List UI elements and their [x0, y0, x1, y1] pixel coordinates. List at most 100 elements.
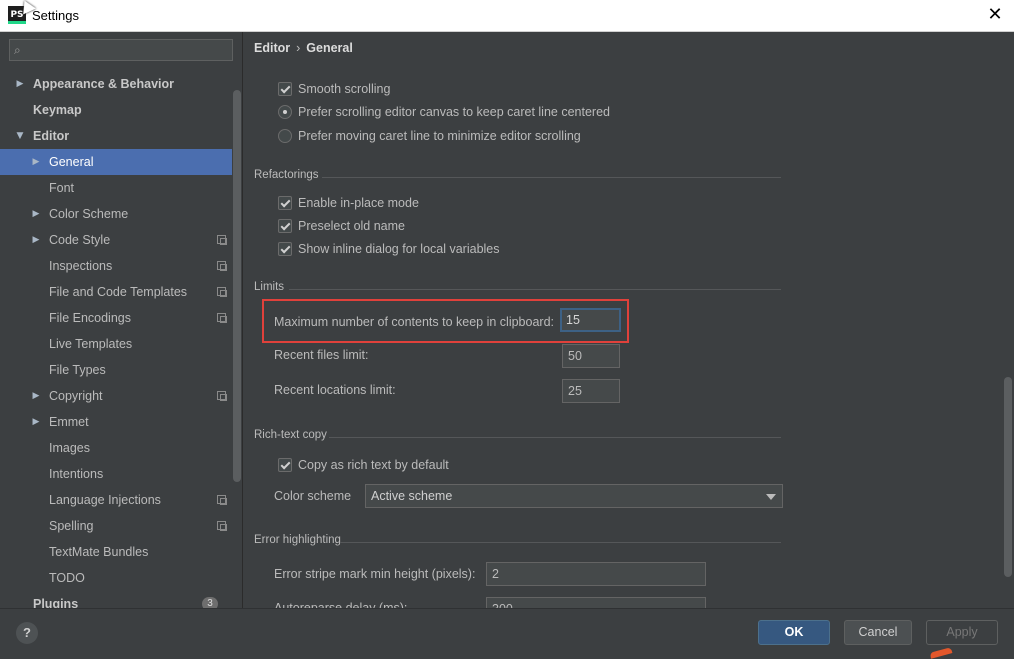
tree-item-language-injections[interactable]: Language Injections	[0, 487, 232, 513]
checkbox-label: Show inline dialog for local variables	[298, 242, 500, 256]
tree-item-plugins[interactable]: Plugins 3	[0, 591, 232, 608]
expand-arrow-icon[interactable]: ▶	[31, 227, 41, 253]
checkbox-label: Enable in-place mode	[298, 196, 419, 210]
recent-locations-label: Recent locations limit:	[274, 383, 396, 397]
section-divider	[322, 177, 781, 178]
tree-item-label: Emmet	[49, 415, 89, 429]
color-scheme-value: Active scheme	[371, 489, 453, 503]
project-settings-icon	[217, 313, 227, 323]
expand-arrow-icon[interactable]: ▶	[31, 409, 41, 435]
tree-item-editor[interactable]: ▼ Editor	[0, 123, 232, 149]
tree-item-general[interactable]: ▶ General	[0, 149, 232, 175]
expand-arrow-icon[interactable]: ▶	[31, 201, 41, 227]
tree-item-file-encodings[interactable]: File Encodings	[0, 305, 232, 331]
tree-item-appearance-behavior[interactable]: ▶ Appearance & Behavior	[0, 71, 232, 97]
tree-item-label: TextMate Bundles	[49, 545, 149, 559]
project-settings-icon	[217, 391, 227, 401]
expand-arrow-icon[interactable]: ▶	[15, 71, 25, 97]
tree-item-label: Copyright	[49, 389, 103, 403]
section-divider	[289, 289, 781, 290]
close-icon[interactable]: ✕	[984, 4, 1006, 26]
tree-item-file-code-templates[interactable]: File and Code Templates	[0, 279, 232, 305]
tree-item-label: Font	[49, 181, 75, 195]
tree-item-label: Appearance & Behavior	[33, 77, 175, 91]
section-title: Error highlighting	[254, 534, 341, 546]
tree-item-spelling[interactable]: Spelling	[0, 513, 232, 539]
collapse-arrow-icon[interactable]: ▼	[15, 123, 25, 149]
autoreparse-delay-input[interactable]: 300	[486, 597, 706, 608]
error-stripe-label: Error stripe mark min height (pixels):	[274, 567, 476, 581]
tree-item-images[interactable]: Images	[0, 435, 232, 461]
radio-label: Prefer scrolling editor canvas to keep c…	[298, 105, 610, 119]
section-title: Limits	[254, 281, 285, 293]
checkbox-checked-icon[interactable]	[278, 219, 292, 233]
expand-arrow-icon[interactable]: ▶	[31, 149, 41, 175]
project-settings-icon	[217, 495, 227, 505]
tree-item-textmate-bundles[interactable]: TextMate Bundles	[0, 539, 232, 565]
cancel-button[interactable]: Cancel	[844, 620, 912, 645]
tree-item-label: Images	[49, 441, 90, 455]
tree-item-label: Editor	[33, 129, 70, 143]
content-scrollbar[interactable]	[1004, 377, 1012, 577]
tree-item-label: TODO	[49, 571, 85, 585]
radio-unselected-icon[interactable]	[278, 129, 292, 143]
tree-item-label: Spelling	[49, 519, 94, 533]
tree-item-emmet[interactable]: ▶ Emmet	[0, 409, 232, 435]
checkbox-label: Copy as rich text by default	[298, 458, 449, 472]
recent-files-input[interactable]: 50	[562, 344, 620, 368]
ok-button[interactable]: OK	[758, 620, 830, 645]
chevron-down-icon	[766, 494, 776, 500]
tree-item-label: Intentions	[49, 467, 104, 481]
checkbox-checked-icon[interactable]	[278, 196, 292, 210]
radio-selected-icon[interactable]	[278, 105, 292, 119]
checkbox-checked-icon[interactable]	[278, 458, 292, 472]
tree-item-label: Color Scheme	[49, 207, 129, 221]
tree-item-copyright[interactable]: ▶ Copyright	[0, 383, 232, 409]
window-title: Settings	[32, 8, 79, 23]
apply-button[interactable]: Apply	[926, 620, 998, 645]
search-input[interactable]: ⌕	[9, 39, 233, 61]
error-stripe-input[interactable]: 2	[486, 562, 706, 586]
settings-tree: ▶ Appearance & Behavior Keymap ▼ Editor …	[0, 71, 232, 608]
tree-item-label: Plugins	[33, 597, 79, 608]
project-settings-icon	[217, 261, 227, 271]
tree-item-label: Language Injections	[49, 493, 161, 507]
tree-item-label: File and Code Templates	[49, 285, 188, 299]
tree-item-label: Code Style	[49, 233, 111, 247]
title-bar: PS Settings ✕	[0, 0, 1014, 32]
tree-item-inspections[interactable]: Inspections	[0, 253, 232, 279]
tree-item-label: Inspections	[49, 259, 113, 273]
breadcrumb-parent: Editor	[254, 41, 291, 55]
breadcrumb-separator-icon: ›	[296, 41, 301, 55]
color-scheme-select[interactable]: Active scheme	[365, 484, 783, 508]
tree-item-label: Live Templates	[49, 337, 133, 351]
tree-item-intentions[interactable]: Intentions	[0, 461, 232, 487]
recent-locations-input[interactable]: 25	[562, 379, 620, 403]
checkbox-checked-icon[interactable]	[278, 242, 292, 256]
section-divider	[329, 437, 781, 438]
tree-item-keymap[interactable]: Keymap	[0, 97, 232, 123]
tree-item-font[interactable]: Font	[0, 175, 232, 201]
tree-item-live-templates[interactable]: Live Templates	[0, 331, 232, 357]
settings-content: Editor › General Smooth scrolling Prefer s…	[243, 32, 1014, 608]
checkbox-label: Preselect old name	[298, 219, 406, 233]
breadcrumb-current: General	[306, 41, 353, 55]
tree-item-file-types[interactable]: File Types	[0, 357, 232, 383]
project-settings-icon	[217, 287, 227, 297]
tree-item-code-style[interactable]: ▶ Code Style	[0, 227, 232, 253]
settings-sidebar: ⌕ ▶ Appearance & Behavior Keymap ▼ Edito…	[0, 32, 243, 608]
section-title: Rich-text copy	[254, 429, 327, 441]
tree-item-label: Keymap	[33, 103, 82, 117]
tree-item-todo[interactable]: TODO	[0, 565, 232, 591]
project-settings-icon	[217, 235, 227, 245]
project-settings-icon	[217, 521, 227, 531]
sidebar-scrollbar[interactable]	[233, 90, 241, 482]
clipboard-limit-input[interactable]: 15	[560, 308, 621, 332]
section-refactorings: Refactorings	[254, 169, 781, 185]
expand-arrow-icon[interactable]: ▶	[31, 383, 41, 409]
checkbox-checked-icon[interactable]	[278, 82, 292, 96]
help-icon[interactable]: ?	[16, 622, 38, 644]
tree-item-label: File Types	[49, 363, 106, 377]
color-scheme-label: Color scheme	[274, 489, 352, 503]
tree-item-color-scheme[interactable]: ▶ Color Scheme	[0, 201, 232, 227]
